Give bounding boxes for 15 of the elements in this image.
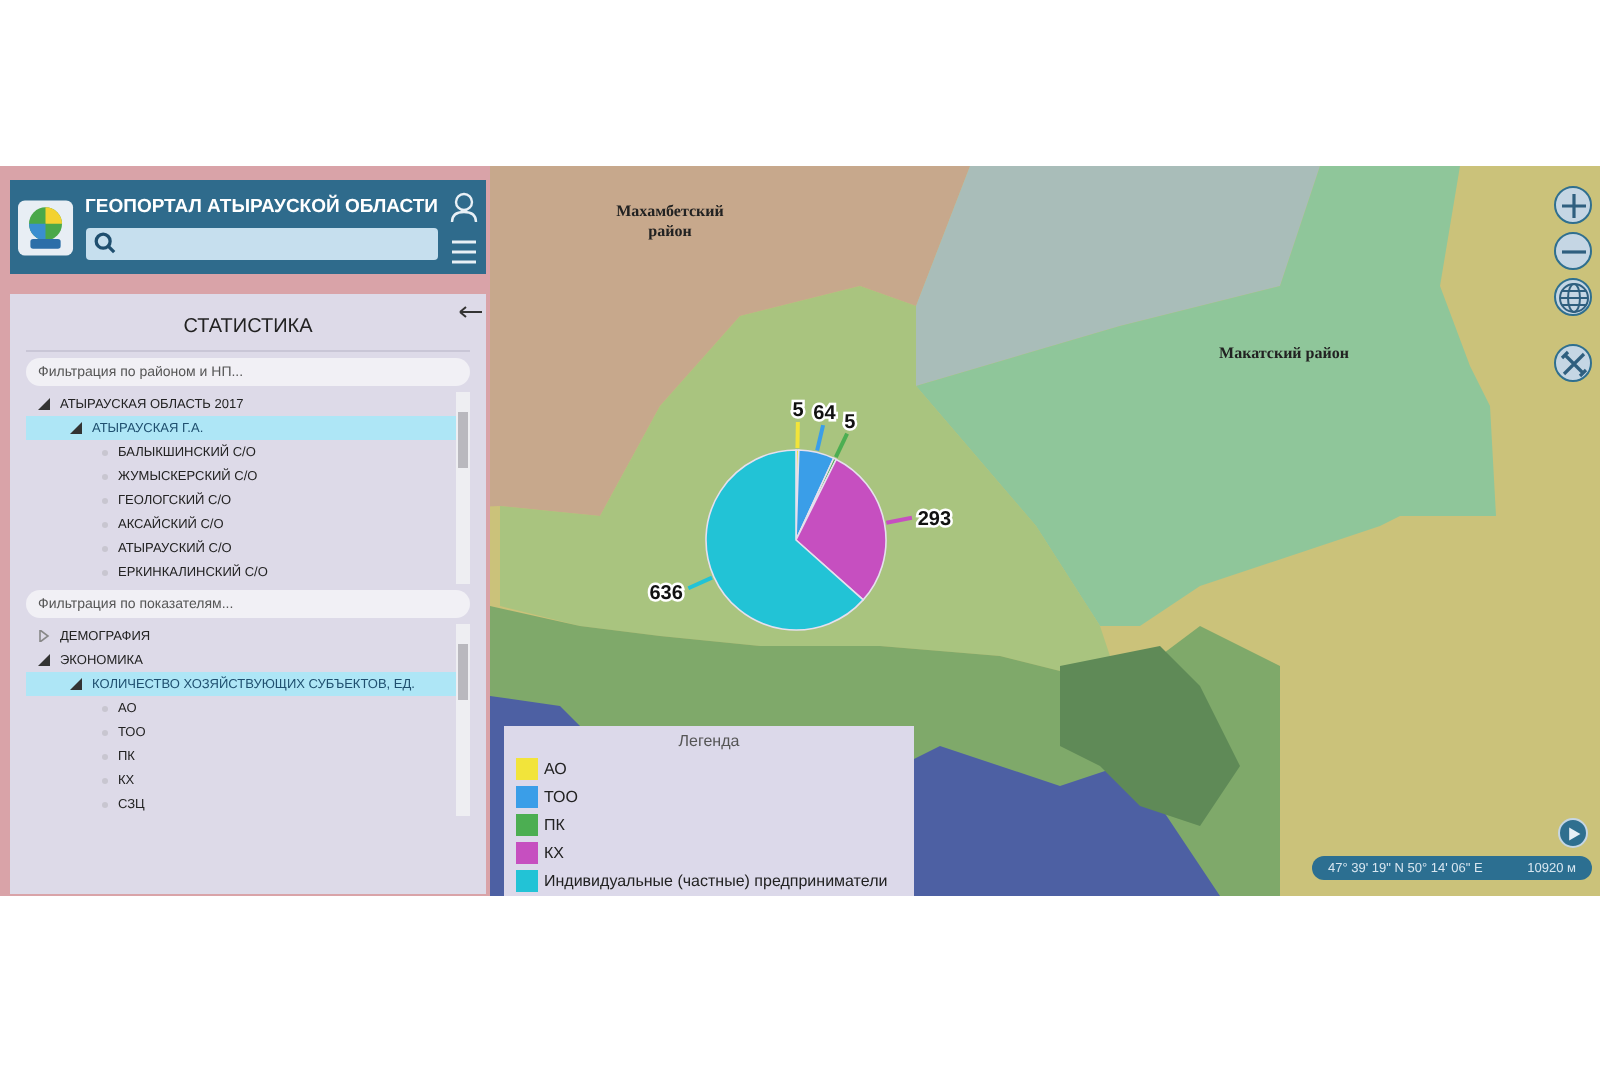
portal-title: ГЕОПОРТАЛ АТЫРАУСКОЙ ОБЛАСТИ bbox=[85, 195, 438, 217]
legend-label: ТОО bbox=[544, 787, 578, 805]
map-label: Макатский район bbox=[1217, 344, 1351, 364]
map-label: Махамбетский район bbox=[614, 202, 726, 241]
legend-label: Индивидуальные (частные) предприниматели bbox=[544, 871, 888, 889]
data-label: 64 bbox=[813, 403, 836, 426]
data-label: 5 bbox=[844, 412, 856, 435]
panel-title: СТАТИСТИКА bbox=[26, 310, 470, 352]
legend-label: КХ bbox=[544, 843, 564, 861]
data-label: 293 bbox=[917, 508, 952, 531]
data-label: 636 bbox=[649, 582, 683, 605]
data-label: 5 bbox=[792, 400, 804, 422]
legend-label: АО bbox=[544, 759, 567, 777]
legend-label: ПК bbox=[544, 815, 565, 833]
legend-title: Легенда bbox=[676, 732, 742, 750]
